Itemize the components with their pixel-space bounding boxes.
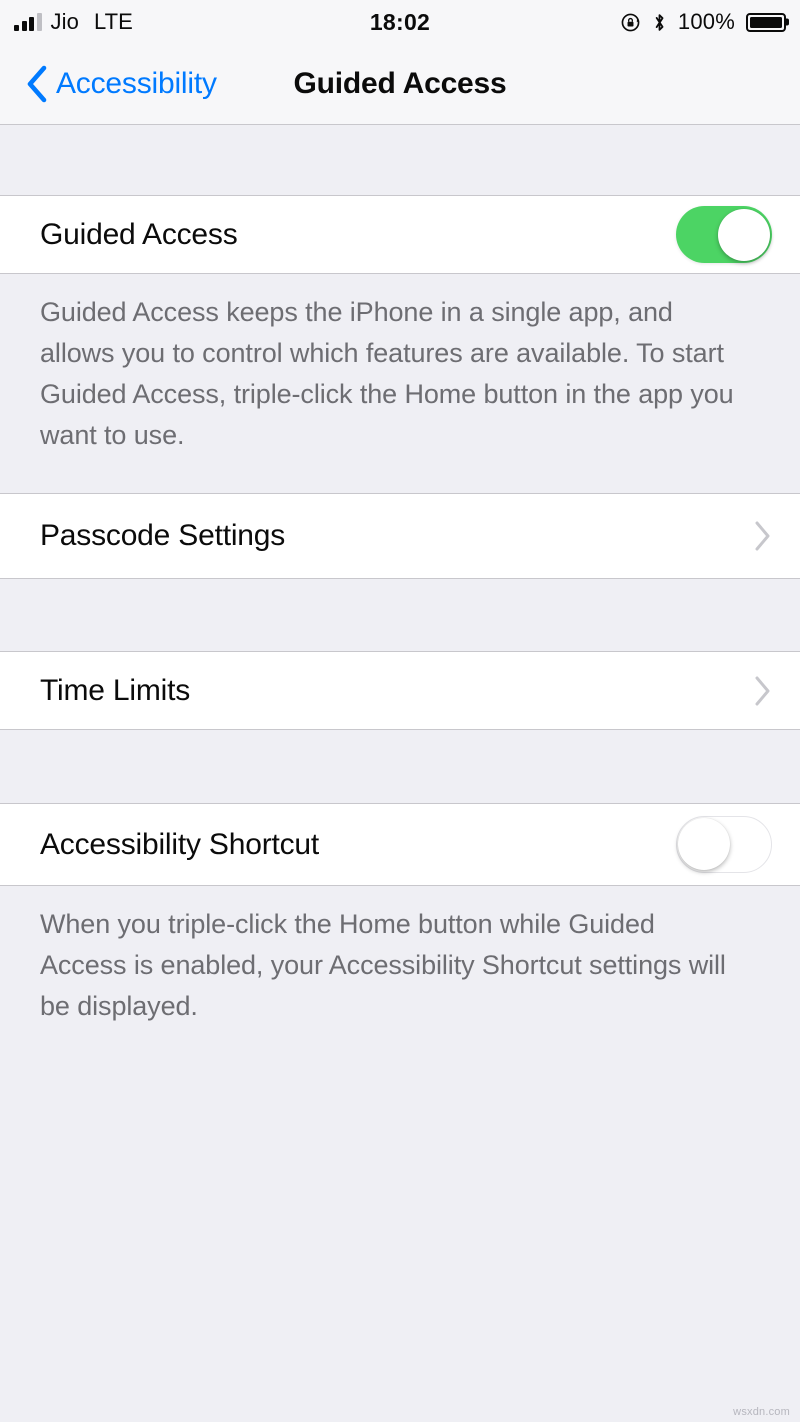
- toggle-knob: [678, 818, 730, 870]
- accessibility-shortcut-footer: When you triple-click the Home button wh…: [0, 886, 800, 1047]
- spacer-after-passcode: [0, 579, 800, 651]
- clock-label: 18:02: [369, 8, 431, 35]
- bluetooth-icon: [655, 13, 664, 31]
- status-bar-right: 100%: [620, 0, 789, 44]
- navigation-bar: Accessibility Guided Access: [0, 44, 800, 125]
- guided-access-toggle[interactable]: [676, 206, 772, 263]
- back-button-label: Accessibility: [56, 67, 217, 100]
- guided-access-footer: Guided Access keeps the iPhone in a sing…: [0, 274, 800, 476]
- guided-access-footer-text: Guided Access keeps the iPhone in a sing…: [40, 297, 734, 450]
- row-time-limits[interactable]: Time Limits: [0, 651, 800, 730]
- chevron-right-icon: [755, 521, 770, 551]
- row-passcode-settings-label: Passcode Settings: [40, 519, 286, 552]
- watermark: wsxdn.com: [733, 1406, 790, 1418]
- row-guided-access-label: Guided Access: [40, 217, 238, 251]
- settings-content: Guided Access Guided Access keeps the iP…: [0, 125, 800, 1422]
- row-time-limits-label: Time Limits: [40, 673, 191, 707]
- row-accessibility-shortcut-label: Accessibility Shortcut: [40, 827, 320, 861]
- battery-percent-label: 100%: [677, 9, 735, 34]
- accessibility-shortcut-toggle[interactable]: [676, 816, 772, 873]
- spacer-after-guided-access: [0, 476, 800, 493]
- iphone-settings-screen: Jio LTE 18:02 100% Accessibility Guided …: [0, 0, 800, 1422]
- toggle-knob: [717, 208, 770, 261]
- battery-icon: [746, 12, 789, 32]
- top-spacer: [0, 125, 800, 195]
- row-passcode-settings[interactable]: Passcode Settings: [0, 493, 800, 579]
- rotation-lock-icon: [621, 13, 640, 31]
- back-button[interactable]: Accessibility: [26, 44, 217, 124]
- page-title-label: Guided Access: [293, 67, 507, 100]
- row-guided-access[interactable]: Guided Access: [0, 195, 800, 274]
- chevron-right-icon: [755, 676, 770, 705]
- accessibility-shortcut-footer-text: When you triple-click the Home button wh…: [40, 909, 726, 1021]
- row-accessibility-shortcut[interactable]: Accessibility Shortcut: [0, 803, 800, 886]
- chevron-left-icon: [27, 65, 47, 103]
- status-bar: Jio LTE 18:02 100%: [0, 0, 800, 44]
- spacer-after-time-limits: [0, 730, 800, 803]
